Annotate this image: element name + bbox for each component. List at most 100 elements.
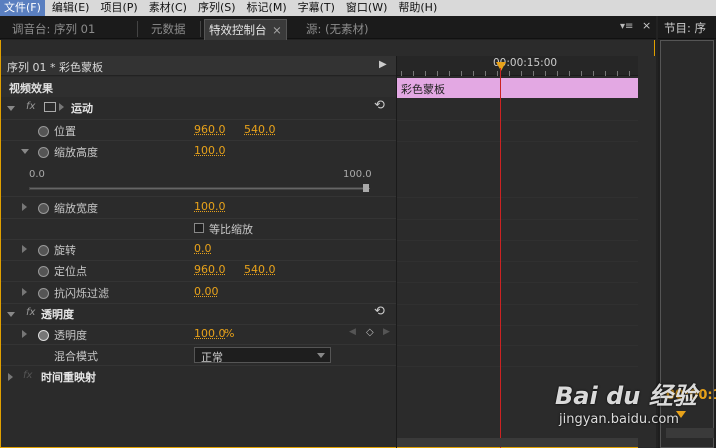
rotation-expand-icon[interactable] [22, 245, 27, 253]
tab-separator [137, 21, 138, 37]
menu-title[interactable]: 字幕(T) [294, 0, 339, 16]
menu-file[interactable]: 文件(F) [0, 0, 45, 16]
prev-keyframe-icon[interactable]: ◀ [349, 327, 356, 337]
playhead-icon[interactable] [496, 62, 506, 71]
stopwatch-icon[interactable] [38, 266, 49, 277]
row-line [1, 260, 396, 261]
anchor-label: 定位点 [54, 263, 87, 279]
position-x-value[interactable]: 960.0 [194, 123, 226, 136]
opacity-expand-icon[interactable] [7, 312, 15, 317]
stopwatch-icon[interactable] [38, 245, 49, 256]
ruler-ticks [401, 71, 637, 76]
uniform-scale-checkbox[interactable] [194, 223, 204, 233]
menu-project[interactable]: 项目(P) [96, 0, 141, 16]
timeline-row-line [397, 366, 638, 367]
scale-slider-track[interactable] [29, 187, 369, 190]
timeline-row-line [397, 120, 638, 121]
row-line [1, 196, 396, 197]
time-remap-expand-icon[interactable] [8, 373, 13, 381]
row-line [1, 281, 396, 282]
fx-icon[interactable]: fx [26, 101, 35, 112]
sequence-clip-label: 序列 01 * 彩色蒙板 [7, 59, 103, 75]
tab-metadata[interactable]: 元数据 [151, 19, 186, 39]
blend-mode-label: 混合模式 [54, 348, 98, 364]
opacity-param-expand-icon[interactable] [22, 330, 27, 338]
play-arrow-icon[interactable]: ▶ [379, 59, 387, 70]
close-icon[interactable]: × [272, 23, 282, 37]
row-line [1, 344, 396, 345]
antiflicker-label: 抗闪烁过滤 [54, 285, 109, 301]
timeline-row-line [397, 325, 638, 326]
panel-tab-bar: 调音台: 序列 01 元数据 特效控制台 × 源: (无素材) ▾≡ × [0, 16, 656, 39]
next-keyframe-icon[interactable]: ▶ [383, 327, 390, 337]
slider-min-label: 0.0 [29, 169, 45, 180]
scale-slider-fill [30, 188, 370, 189]
scale-width-value[interactable]: 100.0 [194, 200, 226, 213]
video-effects-label: 视频效果 [9, 80, 53, 96]
stopwatch-icon[interactable] [38, 147, 49, 158]
program-scrollbar[interactable] [666, 428, 714, 438]
add-keyframe-icon[interactable]: ◇ [366, 327, 374, 338]
stopwatch-active-icon[interactable] [38, 330, 49, 341]
reset-icon[interactable]: ⟲ [374, 304, 385, 319]
opacity-label: 透明度 [54, 327, 87, 343]
opacity-section-label: 透明度 [41, 306, 74, 322]
time-remap-label: 时间重映射 [41, 369, 96, 385]
scale-slider-thumb[interactable] [363, 184, 369, 192]
tab-source[interactable]: 源: (无素材) [306, 19, 369, 39]
row-line [1, 303, 396, 304]
uniform-scale-label: 等比缩放 [209, 221, 253, 237]
tab-separator [200, 21, 201, 37]
time-ruler[interactable]: 00:00:15:00 [397, 56, 638, 76]
rotation-label: 旋转 [54, 242, 76, 258]
reset-icon[interactable]: ⟲ [374, 98, 385, 113]
tab-effect-controls-label: 特效控制台 [209, 23, 267, 37]
column-divider[interactable] [396, 56, 397, 448]
row-line [1, 119, 396, 120]
motion-transform-icon[interactable] [44, 102, 56, 112]
tab-effect-controls[interactable]: 特效控制台 × [204, 19, 287, 40]
antiflicker-expand-icon[interactable] [22, 288, 27, 296]
fx-icon: fx [23, 370, 32, 381]
position-y-value[interactable]: 540.0 [244, 123, 276, 136]
blend-mode-value: 正常 [201, 349, 223, 365]
row-line [1, 239, 396, 240]
anchor-y-value[interactable]: 540.0 [244, 263, 276, 276]
timeline-row-line [397, 141, 638, 142]
antiflicker-value[interactable]: 0.00 [194, 285, 219, 298]
video-effects-header: 视频效果 [1, 77, 396, 97]
menu-clip[interactable]: 素材(C) [145, 0, 191, 16]
timeline-row-line [397, 345, 638, 346]
stopwatch-icon[interactable] [38, 203, 49, 214]
menu-sequence[interactable]: 序列(S) [194, 0, 240, 16]
tab-audio-mixer[interactable]: 调音台: 序列 01 [12, 19, 95, 39]
sequence-header: 序列 01 * 彩色蒙板 ▶ [1, 56, 396, 76]
tab-program[interactable]: 节目: 序 [664, 20, 706, 36]
motion-arrow-icon [59, 103, 64, 111]
fx-icon[interactable]: fx [26, 307, 35, 318]
scale-height-value[interactable]: 100.0 [194, 144, 226, 157]
menu-help[interactable]: 帮助(H) [394, 0, 441, 16]
clip-bar[interactable]: 彩色蒙板 [397, 78, 638, 98]
close-icon[interactable]: × [642, 19, 654, 35]
row-line [1, 324, 396, 325]
menu-marker[interactable]: 标记(M) [243, 0, 291, 16]
stopwatch-icon[interactable] [38, 126, 49, 137]
anchor-x-value[interactable]: 960.0 [194, 263, 226, 276]
program-tab-bar: 节目: 序 [658, 16, 716, 39]
opacity-value[interactable]: 100.0 [194, 327, 226, 340]
rotation-value[interactable]: 0.0 [194, 242, 212, 255]
panel-menu-icon[interactable]: ▾≡ [620, 21, 636, 33]
scale-width-expand-icon[interactable] [22, 203, 27, 211]
menu-edit[interactable]: 编辑(E) [48, 0, 94, 16]
menu-window[interactable]: 窗口(W) [342, 0, 391, 16]
playhead-line[interactable] [500, 68, 501, 448]
timeline-scrollbar[interactable] [397, 438, 638, 447]
stopwatch-icon[interactable] [38, 288, 49, 299]
timeline-row-line [397, 197, 638, 198]
position-label: 位置 [54, 123, 76, 139]
scale-height-expand-icon[interactable] [21, 149, 29, 154]
opacity-unit: % [224, 327, 234, 340]
motion-expand-icon[interactable] [7, 106, 15, 111]
blend-mode-select[interactable]: 正常 [194, 347, 331, 363]
